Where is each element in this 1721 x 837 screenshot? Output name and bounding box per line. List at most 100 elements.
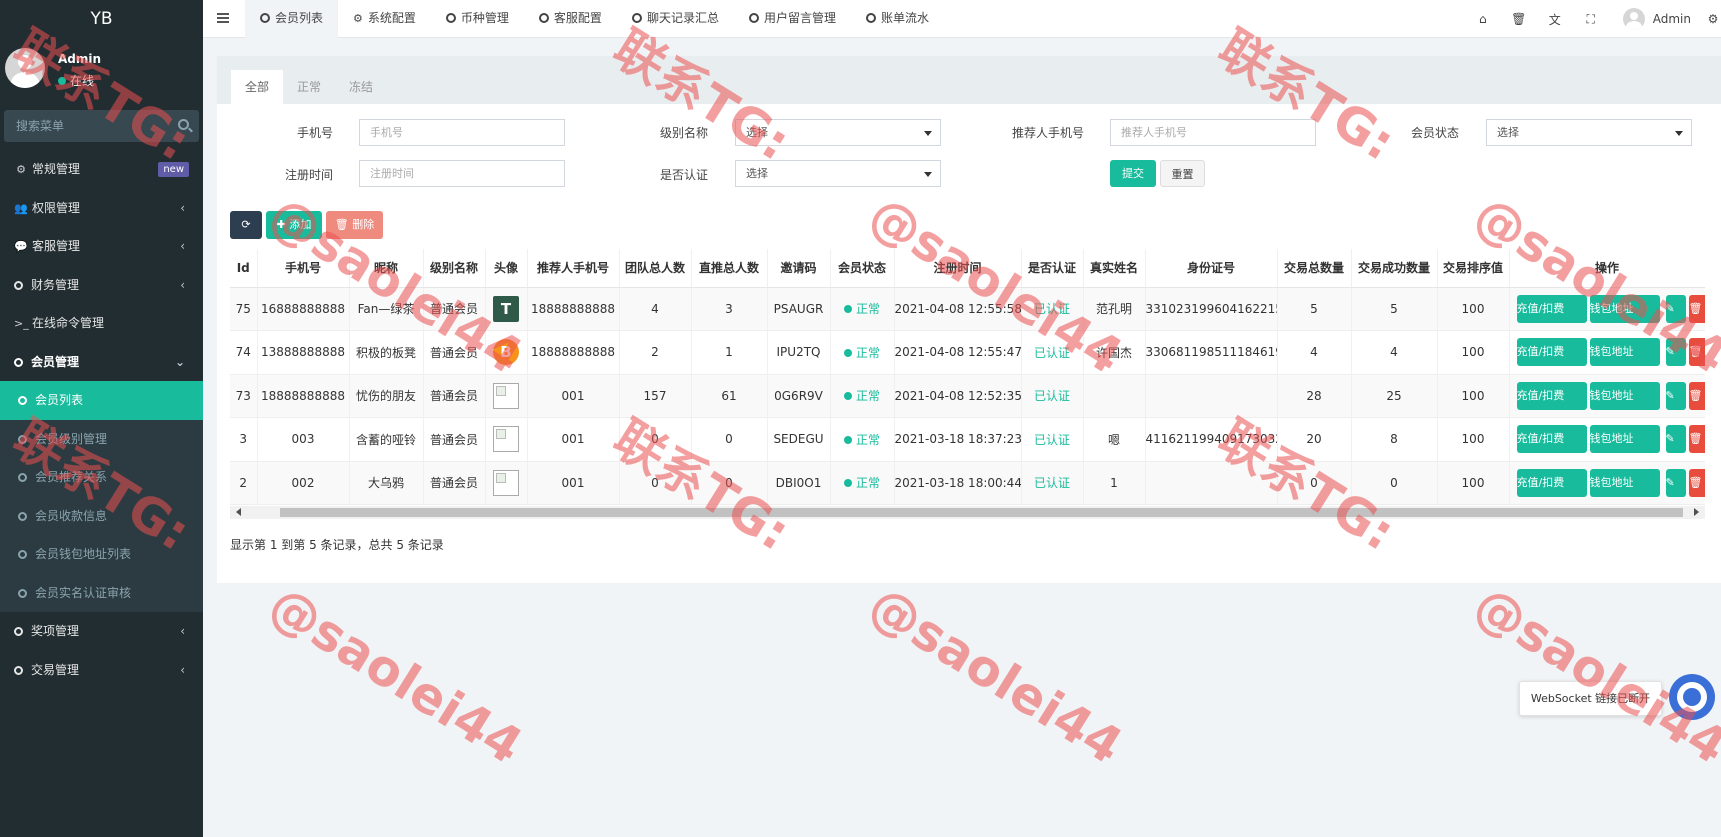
- menu-search-input[interactable]: [4, 110, 164, 142]
- sidebar-item-member-payment[interactable]: 会员收款信息: [0, 496, 203, 535]
- col-header[interactable]: 注册时间: [894, 249, 1022, 288]
- col-header[interactable]: 交易排序值: [1437, 249, 1510, 288]
- sidebar-item-member-list[interactable]: 会员列表: [0, 381, 203, 420]
- sidebar-item-member-level[interactable]: 会员级别管理: [0, 419, 203, 458]
- delete-icon[interactable]: 🗑: [1688, 468, 1704, 497]
- sidebar-item-members[interactable]: 会员管理 ⌄: [0, 343, 203, 382]
- cell-actions: 充值/扣费 钱包地址 ✎ 🗑: [1509, 330, 1705, 375]
- tab-bill-flow[interactable]: 账单流水: [851, 0, 944, 38]
- tab-currency[interactable]: 币种管理: [431, 0, 524, 38]
- table-row[interactable]: 2 002 大乌鸦 普通会员 001 0 0 DBI0O1 正常 2021-03-18 18:00…: [230, 461, 1705, 505]
- edit-icon[interactable]: ✎: [1665, 468, 1686, 497]
- table-row[interactable]: 73 18888888888 忧伤的朋友 普通会员 001 157 61 0G6R9V 正常 20…: [230, 374, 1705, 418]
- search-icon[interactable]: [178, 119, 189, 130]
- col-header[interactable]: 直推总人数: [691, 249, 768, 288]
- horizontal-scrollbar[interactable]: [230, 506, 1705, 519]
- edit-icon[interactable]: ✎: [1665, 294, 1686, 323]
- wallet-address-button[interactable]: 钱包地址: [1589, 425, 1660, 454]
- sidebar-item-support[interactable]: 💬 客服管理 ‹: [0, 227, 203, 266]
- table-row[interactable]: 3 003 含蓄的哑铃 普通会员 001 0 0 SEDEGU 正常 2021-03-18 18:…: [230, 417, 1705, 462]
- delete-button[interactable]: 🗑 删除: [326, 211, 383, 239]
- regtime-input[interactable]: [359, 160, 565, 187]
- tab-frozen[interactable]: 冻结: [335, 70, 388, 104]
- wallet-address-button[interactable]: 钱包地址: [1589, 338, 1660, 367]
- sidebar-item-auth[interactable]: 👥 权限管理 ‹: [0, 189, 203, 228]
- broken-image-icon[interactable]: [493, 426, 519, 453]
- wallet-address-button[interactable]: 钱包地址: [1589, 468, 1660, 497]
- home-icon[interactable]: ⌂: [1465, 12, 1501, 26]
- recharge-button[interactable]: 充值/扣费: [1516, 425, 1587, 454]
- col-header[interactable]: 级别名称: [423, 249, 486, 288]
- col-header[interactable]: 推荐人手机号: [527, 249, 620, 288]
- reset-button[interactable]: 重置: [1160, 160, 1205, 187]
- col-header[interactable]: 真实姓名: [1083, 249, 1146, 288]
- scroll-right-icon[interactable]: [1694, 508, 1699, 516]
- status-select[interactable]: 选择: [1486, 119, 1692, 146]
- tab-member-list[interactable]: 会员列表: [245, 0, 339, 38]
- recharge-button[interactable]: 充值/扣费: [1516, 338, 1587, 367]
- sidebar-item-trades[interactable]: 交易管理 ‹: [0, 651, 203, 690]
- col-header[interactable]: 交易成功数量: [1351, 249, 1438, 288]
- submit-button[interactable]: 提交: [1110, 160, 1156, 187]
- menu-toggle-icon[interactable]: [217, 13, 229, 23]
- delete-icon[interactable]: 🗑: [1688, 294, 1704, 323]
- cell-direct-total: 1: [691, 330, 768, 375]
- phone-input[interactable]: [359, 119, 565, 146]
- wallet-address-button[interactable]: 钱包地址: [1589, 294, 1660, 323]
- sidebar-item-general[interactable]: ⚙ 常规管理 new: [0, 150, 203, 189]
- col-header[interactable]: 会员状态: [830, 249, 895, 288]
- brand-logo[interactable]: YB: [0, 0, 203, 38]
- broken-image-icon[interactable]: [493, 469, 519, 496]
- verified-select[interactable]: 选择: [735, 160, 941, 187]
- recharge-button[interactable]: 充值/扣费: [1516, 381, 1587, 410]
- edit-icon[interactable]: ✎: [1665, 381, 1686, 410]
- trash-icon[interactable]: 🗑: [1501, 12, 1537, 26]
- recharge-button[interactable]: 充值/扣费: [1516, 468, 1587, 497]
- referrer-input[interactable]: [1110, 119, 1316, 146]
- delete-icon[interactable]: 🗑: [1688, 381, 1704, 410]
- tab-system-config[interactable]: ⚙ 系统配置: [338, 0, 431, 38]
- table-row[interactable]: 74 13888888888 积极的板凳 普通会员 B 18888888888 2 1 IPU2…: [230, 330, 1705, 375]
- col-header[interactable]: 团队总人数: [619, 249, 692, 288]
- edit-icon[interactable]: ✎: [1665, 338, 1686, 367]
- tab-normal[interactable]: 正常: [283, 70, 336, 104]
- sidebar-item-command[interactable]: >_ 在线命令管理: [0, 304, 203, 343]
- bitcoin-avatar-icon[interactable]: B: [493, 339, 519, 366]
- delete-icon[interactable]: 🗑: [1688, 338, 1704, 367]
- level-select[interactable]: 选择: [735, 119, 941, 146]
- col-header[interactable]: 交易总数量: [1277, 249, 1352, 288]
- fullscreen-icon[interactable]: ⛶: [1573, 12, 1609, 27]
- tab-support-config[interactable]: 客服配置: [524, 0, 617, 38]
- tab-chat-summary[interactable]: 聊天记录汇总: [617, 0, 734, 38]
- tab-user-messages[interactable]: 用户留言管理: [734, 0, 851, 38]
- sidebar-item-member-referral[interactable]: 会员推荐关系: [0, 458, 203, 497]
- top-user-menu[interactable]: Admin: [1609, 8, 1705, 30]
- edit-icon[interactable]: ✎: [1665, 425, 1686, 454]
- language-icon[interactable]: 文: [1537, 11, 1573, 28]
- col-header[interactable]: 邀请码: [767, 249, 831, 288]
- wallet-address-button[interactable]: 钱包地址: [1589, 381, 1660, 410]
- add-button[interactable]: ✚ 添加: [266, 211, 322, 239]
- scrollbar-thumb[interactable]: [280, 508, 1683, 517]
- delete-icon[interactable]: 🗑: [1688, 425, 1704, 454]
- scroll-left-icon[interactable]: [236, 508, 241, 516]
- col-header[interactable]: 身份证号: [1145, 249, 1278, 288]
- sidebar-item-awards[interactable]: 奖项管理 ‹: [0, 612, 203, 651]
- col-header[interactable]: 头像: [485, 249, 528, 288]
- refresh-button[interactable]: ⟳: [230, 211, 262, 239]
- table-row[interactable]: 75 16888888888 Fan—绿茶 普通会员 T 18888888888 4 3 PSA…: [230, 287, 1705, 331]
- circle-icon: [14, 627, 23, 636]
- recharge-button[interactable]: 充值/扣费: [1516, 294, 1587, 323]
- sidebar-item-finance[interactable]: 财务管理 ‹: [0, 266, 203, 305]
- col-header[interactable]: 昵称: [349, 249, 424, 288]
- tether-avatar-icon[interactable]: T: [493, 295, 519, 322]
- chat-icon[interactable]: [1669, 674, 1715, 720]
- gear-icon[interactable]: ⚙: [1705, 12, 1721, 26]
- col-header[interactable]: Id: [230, 249, 258, 288]
- sidebar-item-member-kyc[interactable]: 会员实名认证审核: [0, 573, 203, 612]
- broken-image-icon[interactable]: [493, 382, 519, 409]
- col-header[interactable]: 是否认证: [1021, 249, 1084, 288]
- col-header[interactable]: 手机号: [257, 249, 350, 288]
- sidebar-item-member-wallet[interactable]: 会员钱包地址列表: [0, 535, 203, 574]
- tab-all[interactable]: 全部: [231, 70, 284, 104]
